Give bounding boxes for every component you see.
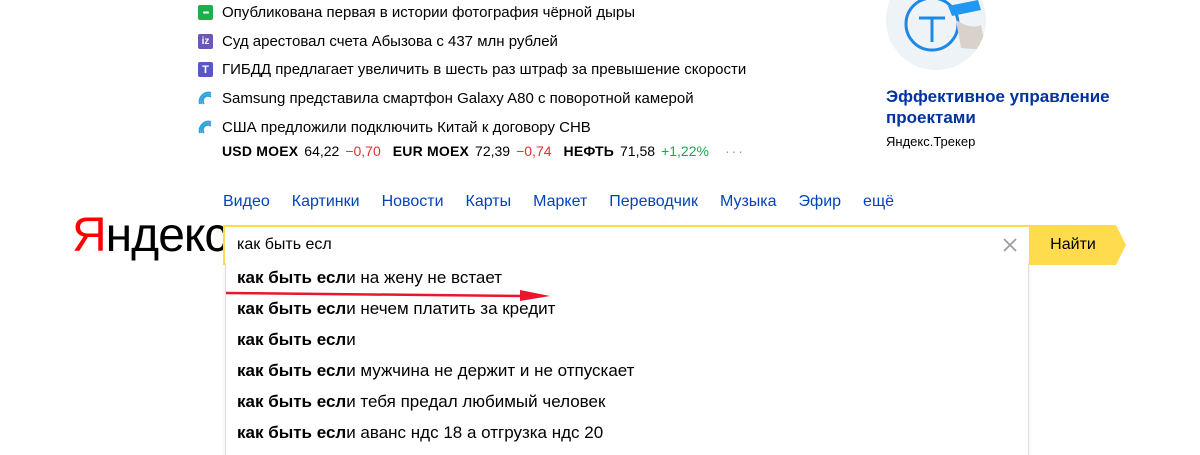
suggestion-item[interactable]: как быть если [237, 325, 356, 355]
suggestion-match: как быть есл [237, 330, 347, 349]
suggestion-rest: и аванс ндс 18 а отгрузка ндс 20 [346, 423, 604, 442]
news-item[interactable]: Samsung представила смартфон Galaxy A80 … [198, 84, 838, 113]
rate-change: −0,74 [516, 143, 552, 159]
service-music[interactable]: Музыка [720, 193, 777, 211]
suggestion-item[interactable]: как быть если тебя предал любимый челове… [237, 387, 605, 417]
yandex-logo[interactable]: Яндекс [72, 209, 229, 262]
service-efir[interactable]: Эфир [799, 193, 842, 211]
rate-name: НЕФТЬ [563, 143, 615, 159]
news-headline[interactable]: США предложили подключить Китай к догово… [222, 119, 591, 136]
suggestion-rest: и мужчина не держит и не отпускает [346, 361, 635, 380]
service-translate[interactable]: Переводчик [609, 193, 698, 211]
news-headline[interactable]: Опубликована первая в истории фотография… [222, 4, 635, 21]
rate-usd[interactable]: USD MOEX 64,22 −0,70 [222, 143, 381, 159]
izvestia-icon: iz [198, 33, 213, 49]
services-nav: Видео Картинки Новости Карты Маркет Пере… [223, 193, 916, 211]
rate-oil[interactable]: НЕФТЬ 71,58 +1,22% [564, 143, 709, 159]
suggestion-rest: и [346, 330, 356, 349]
search-input[interactable]: как быть есл [237, 227, 332, 263]
rate-change: +1,22% [661, 143, 709, 159]
news-headline[interactable]: Samsung представила смартфон Galaxy A80 … [222, 90, 694, 107]
ria-icon [198, 120, 213, 135]
news-headline[interactable]: ГИБДД предлагает увеличить в шесть раз ш… [222, 61, 746, 78]
news-item[interactable]: США предложили подключить Китай к догово… [198, 113, 838, 142]
suggestion-item[interactable]: как быть если мужчина не держит и не отп… [237, 356, 634, 386]
search-box[interactable]: как быть есл [223, 225, 1031, 265]
suggestion-match: как быть есл [237, 361, 347, 380]
news-block: ▪▪▪ Опубликована первая в истории фотогр… [198, 0, 838, 141]
rate-value: 71,58 [620, 143, 656, 159]
more-rates-button[interactable]: ··· [725, 143, 745, 159]
green-news-source-icon: ▪▪▪ [198, 4, 213, 20]
ad-subtitle[interactable]: Яндекс.Трекер [886, 134, 975, 149]
yandex-tracker-promo-icon[interactable] [886, 0, 986, 70]
service-images[interactable]: Картинки [292, 193, 360, 211]
service-more[interactable]: ещё [863, 193, 894, 211]
suggestion-item[interactable]: как быть если аванс ндс 18 а отгрузка нд… [237, 418, 603, 448]
rate-value: 64,22 [304, 143, 340, 159]
service-maps[interactable]: Карты [466, 193, 512, 211]
search-button-arrow [1116, 225, 1126, 265]
clear-icon[interactable] [999, 234, 1021, 256]
rate-value: 72,39 [475, 143, 511, 159]
ad-title[interactable]: Эффективное управление проектами [886, 86, 1116, 128]
news-item[interactable]: iz Суд арестовал счета Абызова с 437 млн… [198, 27, 838, 56]
service-market[interactable]: Маркет [533, 193, 587, 211]
news-item[interactable]: ▪▪▪ Опубликована первая в истории фотогр… [198, 0, 838, 27]
search-button[interactable]: Найти [1030, 225, 1116, 265]
annotation-arrow-icon [225, 290, 550, 301]
logo-first-letter: Я [72, 209, 107, 262]
rate-name: EUR MOEX [392, 143, 470, 159]
service-video[interactable]: Видео [223, 193, 270, 211]
service-news[interactable]: Новости [382, 193, 444, 211]
ria-icon [198, 91, 213, 106]
suggestion-match: как быть есл [237, 423, 347, 442]
logo-rest: ндекс [105, 209, 229, 262]
suggestion-match: как быть есл [237, 392, 347, 411]
rate-name: USD MOEX [222, 143, 299, 159]
rate-change: −0,70 [345, 143, 381, 159]
news-headline[interactable]: Суд арестовал счета Абызова с 437 млн ру… [222, 33, 558, 50]
suggestion-rest: и тебя предал любимый человек [346, 392, 606, 411]
rate-eur[interactable]: EUR MOEX 72,39 −0,74 [393, 143, 552, 159]
stock-rates: USD MOEX 64,22 −0,70 EUR MOEX 72,39 −0,7… [222, 143, 745, 159]
news-item[interactable]: T ГИБДД предлагает увеличить в шесть раз… [198, 55, 838, 84]
t-source-icon: T [198, 62, 213, 78]
